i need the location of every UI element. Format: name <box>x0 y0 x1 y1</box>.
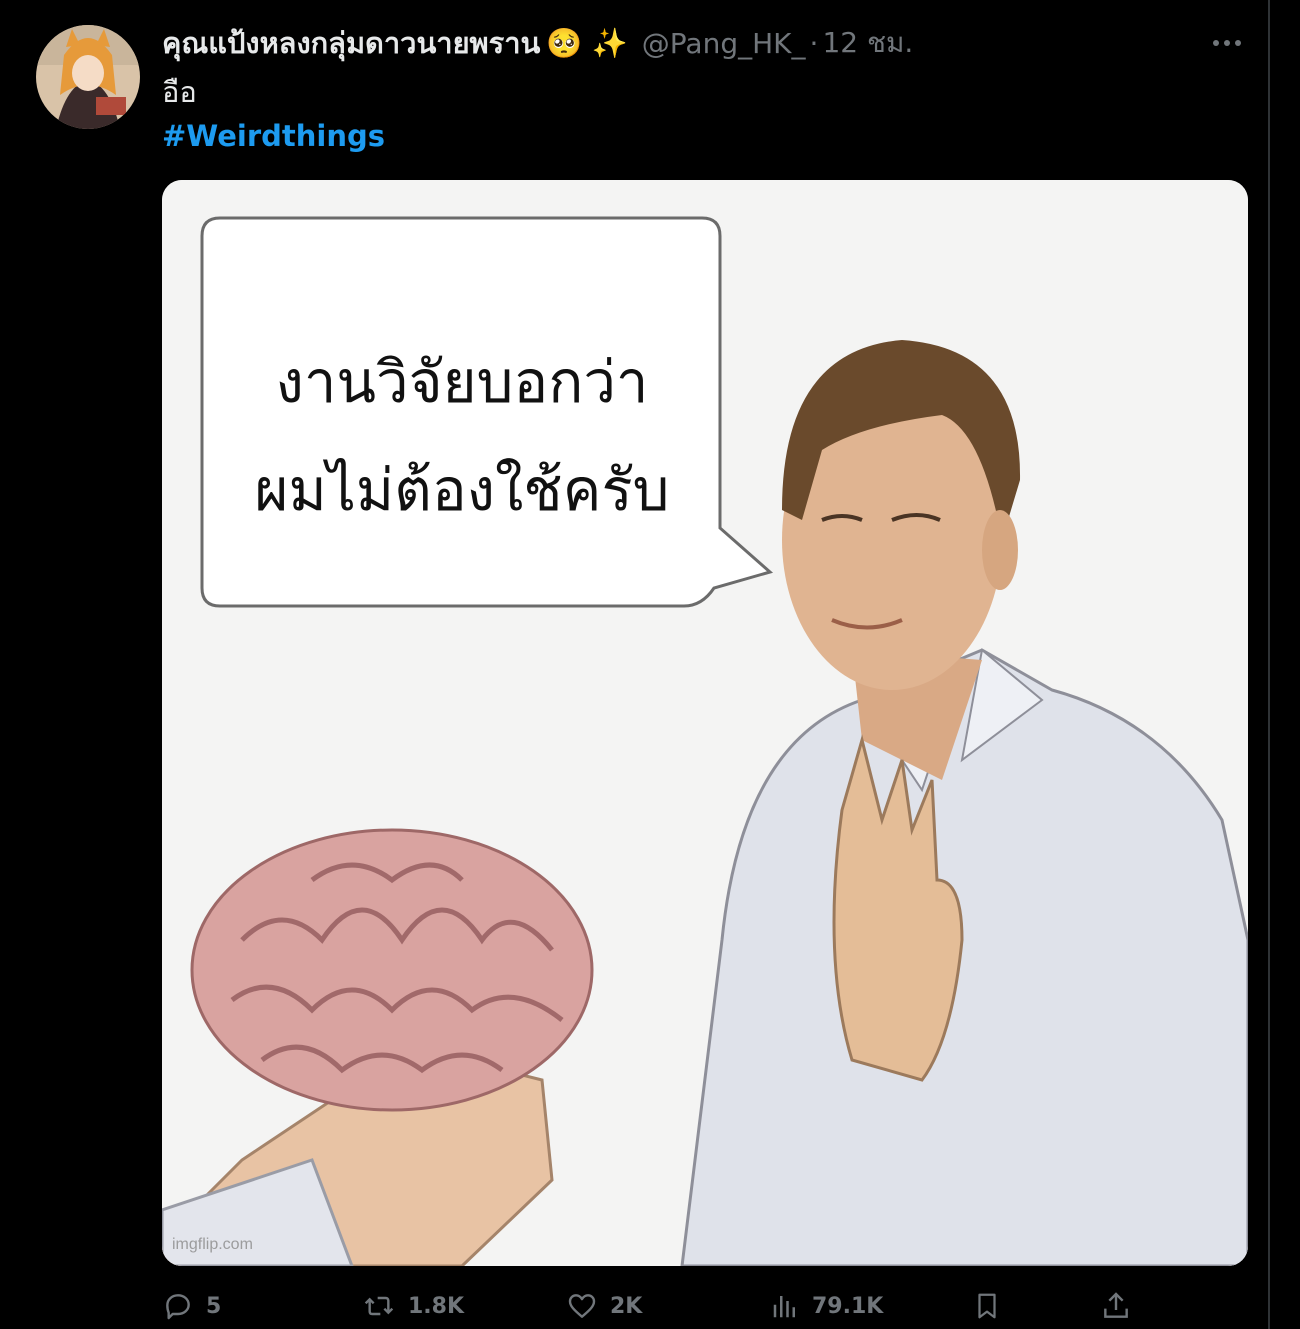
tweet-text: อือ #Weirdthings <box>162 70 385 158</box>
speech-line-2: ผมไม่ต้องใช้ครับ <box>254 456 670 524</box>
repost-button[interactable]: 1.8K <box>362 1284 464 1328</box>
reply-icon <box>166 1294 190 1320</box>
post-timestamp[interactable]: 12 ชม. <box>822 21 913 65</box>
brain <box>190 828 594 1112</box>
tweet-action-bar: 5 1.8K 2K 79.1K <box>162 1284 1142 1328</box>
bookmark-icon <box>978 1293 996 1319</box>
heart-icon <box>568 1294 596 1318</box>
more-dots-icon <box>1213 40 1241 46</box>
avatar[interactable] <box>36 25 140 129</box>
speech-bubble-text: งานวิจัยบอกว่า ผมไม่ต้องใช้ครับ <box>202 328 722 544</box>
reply-count: 5 <box>206 1293 222 1319</box>
views-button[interactable]: 79.1K <box>770 1284 883 1328</box>
image-watermark: imgflip.com <box>172 1236 253 1253</box>
tweet-article[interactable]: คุณแป้งหลงกลุ่มดาวนายพราน 🥺 ✨ @Pang_HK_ … <box>0 0 1270 1329</box>
reply-button[interactable]: 5 <box>162 1284 221 1328</box>
repost-count: 1.8K <box>408 1293 465 1319</box>
tweet-header: คุณแป้งหลงกลุ่มดาวนายพราน 🥺 ✨ @Pang_HK_ … <box>162 22 913 64</box>
more-options-button[interactable] <box>1210 26 1244 60</box>
view-count: 79.1K <box>812 1293 884 1319</box>
like-button[interactable]: 2K <box>566 1284 642 1328</box>
share-icon <box>1104 1292 1128 1318</box>
name-emojis: 🥺 ✨ <box>546 25 628 60</box>
hashtag-link[interactable]: #Weirdthings <box>162 114 385 158</box>
avatar-image <box>36 25 140 129</box>
bookmark-button[interactable] <box>972 1284 1014 1328</box>
share-button[interactable] <box>1100 1284 1144 1328</box>
tweet-body: อือ <box>162 75 197 109</box>
speech-line-1: งานวิจัยบอกว่า <box>275 348 649 416</box>
analytics-icon <box>773 1296 795 1318</box>
tweet-media-image[interactable]: งานวิจัยบอกว่า ผมไม่ต้องใช้ครับ imgflip.… <box>162 180 1248 1266</box>
user-handle[interactable]: @Pang_HK_ <box>642 27 806 60</box>
like-count: 2K <box>610 1293 643 1319</box>
separator-dot: · <box>809 26 819 60</box>
display-name[interactable]: คุณแป้งหลงกลุ่มดาวนายพราน <box>162 20 540 66</box>
repost-icon <box>364 1296 394 1316</box>
